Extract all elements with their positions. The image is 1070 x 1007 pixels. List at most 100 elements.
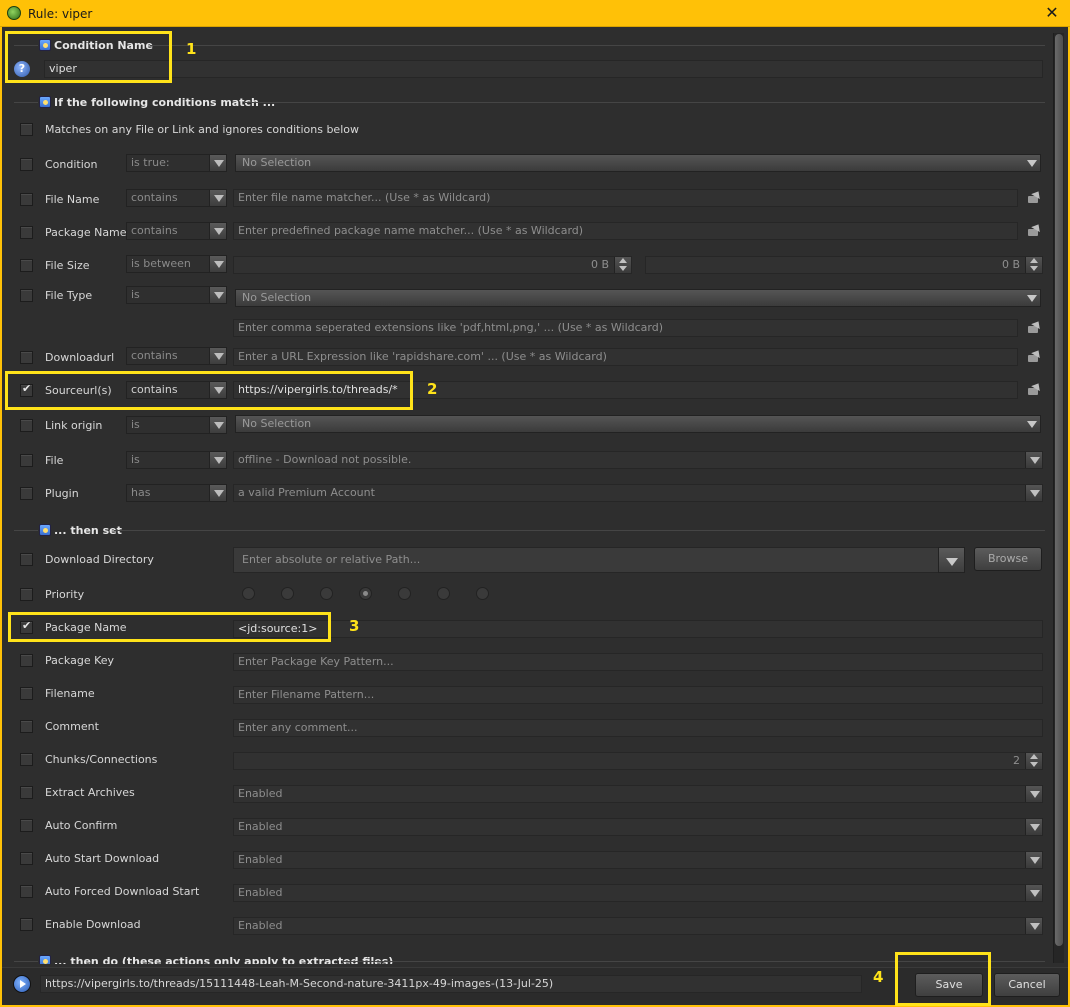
comment-checkbox[interactable]	[20, 720, 33, 733]
package-key-input[interactable]: Enter Package Key Pattern...	[233, 653, 1043, 671]
file-type-extensions-input[interactable]: Enter comma seperated extensions like 'p…	[233, 319, 1018, 337]
download-directory-input[interactable]: Enter absolute or relative Path...	[233, 547, 965, 573]
auto-start-select[interactable]: Enabled	[233, 851, 1043, 869]
close-window-button[interactable]: ✕	[1042, 3, 1062, 23]
priority-radio[interactable]	[398, 587, 411, 600]
file-size-min-spinner[interactable]: 0 B	[233, 256, 632, 274]
file-type-value-select[interactable]: No Selection	[235, 289, 1041, 307]
sourceurl-checkbox[interactable]	[20, 382, 33, 397]
extract-archives-checkbox[interactable]	[20, 786, 33, 799]
download-directory-history-dropdown[interactable]	[938, 547, 965, 573]
chunks-label: Chunks/Connections	[45, 753, 158, 766]
section-divider	[14, 530, 38, 531]
download-directory-checkbox[interactable]	[20, 553, 33, 566]
match-any-checkbox[interactable]	[20, 123, 33, 136]
chevron-down-icon	[209, 382, 226, 398]
auto-forced-select[interactable]: Enabled	[233, 884, 1043, 902]
regex-icon[interactable]	[1026, 349, 1042, 365]
file-size-operator-select[interactable]: is between	[126, 255, 227, 273]
package-name-operator-select[interactable]: contains	[126, 222, 227, 240]
chunks-value: 2	[1013, 754, 1020, 767]
sourceurl-input[interactable]: https://vipergirls.to/threads/*	[233, 381, 1018, 399]
filename-input[interactable]: Enter Filename Pattern...	[233, 686, 1043, 704]
section-divider	[244, 102, 1045, 103]
condition-name-input[interactable]: viper	[44, 60, 1043, 78]
then-do-section-clip: ... then do (these actions only apply to…	[2, 951, 1051, 964]
plugin-select[interactable]: a valid Premium Account	[233, 484, 1043, 502]
file-type-operator-select[interactable]: is	[126, 286, 227, 304]
filename-checkbox[interactable]	[20, 687, 33, 700]
package-key-checkbox[interactable]	[20, 654, 33, 667]
package-name-set-checkbox[interactable]	[20, 619, 33, 634]
auto-confirm-checkbox[interactable]	[20, 819, 33, 832]
file-size-checkbox[interactable]	[20, 259, 33, 272]
file-name-checkbox[interactable]	[20, 193, 33, 206]
match-any-label: Matches on any File or Link and ignores …	[45, 123, 359, 136]
spinner-arrows-icon[interactable]	[1025, 753, 1042, 769]
priority-radio[interactable]	[281, 587, 294, 600]
file-size-max-spinner[interactable]: 0 B	[645, 256, 1043, 274]
file-size-operator-value: is between	[131, 257, 191, 270]
regex-icon[interactable]	[1026, 223, 1042, 239]
then-do-section-title: ... then do (these actions only apply to…	[54, 955, 394, 964]
save-button[interactable]: Save	[915, 973, 983, 997]
downloadurl-checkbox[interactable]	[20, 351, 33, 364]
downloadurl-input[interactable]: Enter a URL Expression like 'rapidshare.…	[233, 348, 1018, 366]
auto-confirm-select[interactable]: Enabled	[233, 818, 1043, 836]
file-name-input[interactable]: Enter file name matcher... (Use * as Wil…	[233, 189, 1018, 207]
enable-download-select[interactable]: Enabled	[233, 917, 1043, 935]
extract-archives-label: Extract Archives	[45, 786, 135, 799]
chevron-down-icon	[1025, 452, 1042, 468]
regex-icon[interactable]	[1026, 320, 1042, 336]
priority-radio[interactable]	[476, 587, 489, 600]
downloadurl-operator-select[interactable]: contains	[126, 347, 227, 365]
comment-label: Comment	[45, 720, 99, 733]
window-title: Rule: viper	[28, 7, 93, 21]
regex-icon[interactable]	[1026, 382, 1042, 398]
priority-checkbox[interactable]	[20, 588, 33, 601]
link-origin-value-select[interactable]: No Selection	[235, 415, 1041, 433]
link-origin-operator-select[interactable]: is	[126, 416, 227, 434]
priority-radio[interactable]	[359, 587, 372, 600]
chevron-down-icon	[1025, 918, 1042, 934]
scrollbar-thumb[interactable]	[1055, 34, 1063, 946]
extract-archives-select[interactable]: Enabled	[233, 785, 1043, 803]
package-name-cond-checkbox[interactable]	[20, 226, 33, 239]
file-status-select[interactable]: offline - Download not possible.	[233, 451, 1043, 469]
condition-operator-select[interactable]: is true:	[126, 154, 227, 172]
section-divider	[342, 961, 1045, 962]
browse-button[interactable]: Browse	[974, 547, 1042, 571]
priority-radio[interactable]	[242, 587, 255, 600]
sourceurl-operator-select[interactable]: contains	[126, 381, 227, 399]
test-url-input[interactable]: https://vipergirls.to/threads/15111448-L…	[40, 975, 862, 993]
regex-icon[interactable]	[1026, 190, 1042, 206]
chunks-spinner[interactable]: 2	[233, 752, 1043, 770]
plugin-operator-select[interactable]: has	[126, 484, 227, 502]
chunks-checkbox[interactable]	[20, 753, 33, 766]
auto-start-label: Auto Start Download	[45, 852, 160, 865]
file-name-operator-select[interactable]: contains	[126, 189, 227, 207]
chevron-down-icon	[209, 417, 226, 433]
file-status-operator-select[interactable]: is	[126, 451, 227, 469]
link-origin-value: No Selection	[242, 417, 312, 430]
help-icon[interactable]: ?	[14, 61, 30, 77]
package-name-cond-input[interactable]: Enter predefined package name matcher...…	[233, 222, 1018, 240]
condition-checkbox[interactable]	[20, 158, 33, 171]
spinner-arrows-icon[interactable]	[614, 257, 631, 273]
priority-radio[interactable]	[437, 587, 450, 600]
file-type-checkbox[interactable]	[20, 289, 33, 302]
spinner-arrows-icon[interactable]	[1025, 257, 1042, 273]
cancel-button[interactable]: Cancel	[994, 973, 1060, 997]
enable-download-checkbox[interactable]	[20, 918, 33, 931]
link-origin-checkbox[interactable]	[20, 419, 33, 432]
plugin-value: a valid Premium Account	[238, 486, 375, 499]
priority-radio[interactable]	[320, 587, 333, 600]
test-rule-play-icon[interactable]	[13, 975, 31, 993]
condition-value-select[interactable]: No Selection	[235, 154, 1041, 172]
auto-forced-checkbox[interactable]	[20, 885, 33, 898]
comment-input[interactable]: Enter any comment...	[233, 719, 1043, 737]
plugin-checkbox[interactable]	[20, 487, 33, 500]
rule-editor-panel: Condition Name ? viper If the following …	[0, 27, 1070, 1007]
auto-start-checkbox[interactable]	[20, 852, 33, 865]
file-status-checkbox[interactable]	[20, 454, 33, 467]
